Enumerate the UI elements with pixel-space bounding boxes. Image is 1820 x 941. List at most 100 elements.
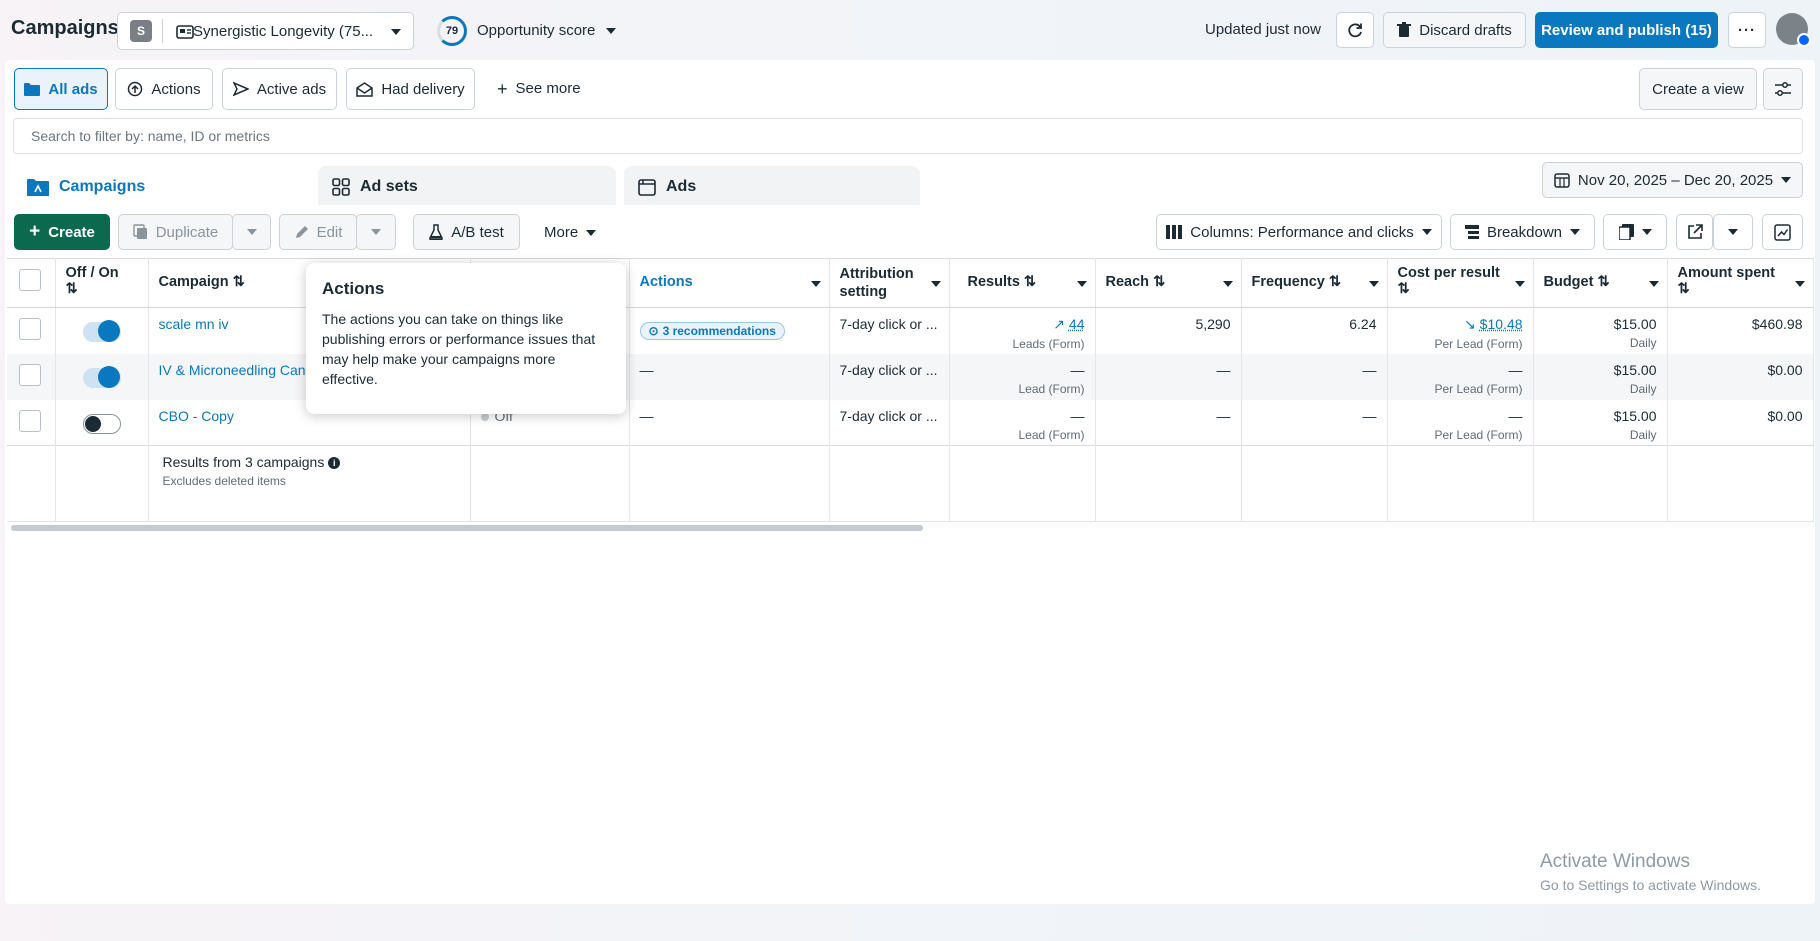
results-subtext: Lead (Form) xyxy=(1018,381,1085,396)
attribution-header[interactable]: Attribution setting xyxy=(829,258,950,308)
cost-value[interactable]: ↘ $10.48 xyxy=(1398,316,1522,333)
chevron-down-icon[interactable] xyxy=(1076,281,1087,287)
envelope-icon xyxy=(356,81,374,97)
amount-header[interactable]: Amount spent ⇅ xyxy=(1667,258,1814,308)
export-dropdown[interactable] xyxy=(1713,214,1753,250)
frequency-header[interactable]: Frequency ⇅ xyxy=(1241,258,1388,308)
results-value[interactable]: ↗ 44 xyxy=(960,316,1084,333)
date-range-picker[interactable]: Nov 20, 2025 – Dec 20, 2025 xyxy=(1542,162,1803,198)
row-checkbox[interactable] xyxy=(19,318,41,340)
chevron-down-icon[interactable] xyxy=(1794,281,1805,287)
folder-icon xyxy=(24,83,41,96)
charts-button[interactable] xyxy=(1762,214,1803,250)
export-icon xyxy=(1687,224,1703,239)
info-icon[interactable]: i xyxy=(328,457,341,470)
budget-value[interactable]: $15.00 xyxy=(1544,362,1657,378)
table-row[interactable]: CBO - Copy Off — 7-day click or ... — Lea… xyxy=(7,399,1814,446)
summary-empty-cell xyxy=(7,445,56,522)
sort-icon: ⇅ xyxy=(1397,281,1410,297)
row-checkbox[interactable] xyxy=(19,409,41,432)
tab-ads[interactable]: Ads xyxy=(624,166,920,208)
campaign-toggle[interactable] xyxy=(82,365,121,388)
summary-empty-cell xyxy=(470,445,630,522)
budget-header[interactable]: Budget ⇅ xyxy=(1533,258,1668,308)
campaign-toggle[interactable] xyxy=(82,320,121,342)
tab-ad-sets[interactable]: Ad sets xyxy=(318,166,616,208)
row-select-cell xyxy=(7,307,56,354)
results-header[interactable]: Results ⇅ xyxy=(949,258,1096,308)
sort-icon: ⇅ xyxy=(1677,281,1690,297)
cost-value: — xyxy=(1508,407,1523,424)
summary-empty-cell xyxy=(1241,445,1388,522)
duplicate-button[interactable]: Duplicate xyxy=(118,214,233,250)
chevron-down-icon[interactable] xyxy=(1222,281,1233,287)
ad-window-icon xyxy=(638,178,656,196)
active-ads-filter[interactable]: Active ads xyxy=(222,68,337,110)
budget-value[interactable]: $15.00 xyxy=(1544,408,1657,424)
create-view-button[interactable]: Create a view xyxy=(1639,68,1757,110)
reach-header[interactable]: Reach ⇅ xyxy=(1095,258,1242,308)
off-on-header[interactable]: Off / On ⇅ xyxy=(55,258,149,308)
cost-header[interactable]: Cost per result ⇅ xyxy=(1387,258,1534,308)
view-settings-button[interactable] xyxy=(1763,68,1803,110)
budget-subtext: Daily xyxy=(1629,427,1657,442)
select-all-cell xyxy=(7,258,56,308)
more-options-button[interactable]: ··· xyxy=(1728,12,1766,48)
tab-campaigns[interactable]: Campaigns xyxy=(13,166,311,208)
columns-button[interactable]: Columns: Performance and clicks xyxy=(1156,214,1442,250)
breakdown-button[interactable]: Breakdown xyxy=(1450,214,1595,250)
review-publish-button[interactable]: Review and publish (15) xyxy=(1535,12,1718,48)
results-cell: ↗ 44 Leads (Form) xyxy=(949,307,1096,354)
duplicate-icon xyxy=(133,224,147,239)
select-all-checkbox[interactable] xyxy=(19,269,41,291)
summary-empty-cell xyxy=(1533,445,1668,522)
cost-subtext: Per Lead (Form) xyxy=(1434,337,1523,351)
opportunity-score-label[interactable]: Opportunity score xyxy=(477,22,595,39)
create-label: Create xyxy=(48,223,95,241)
opportunity-score-gauge[interactable]: 79 xyxy=(437,16,467,46)
columns-icon xyxy=(1166,225,1183,239)
more-button[interactable]: More xyxy=(544,224,597,241)
horizontal-scrollbar[interactable] xyxy=(11,525,923,531)
account-selector[interactable]: S Synergistic Longevity (75... xyxy=(117,12,414,50)
ab-test-button[interactable]: A/B test xyxy=(413,214,520,250)
chart-trend-icon xyxy=(1774,223,1791,241)
chevron-down-icon[interactable] xyxy=(1368,281,1379,287)
chevron-down-icon[interactable] xyxy=(1514,281,1525,287)
edit-button[interactable]: Edit xyxy=(279,214,357,250)
pencil-icon xyxy=(295,225,308,238)
summary-subtext: Excludes deleted items xyxy=(162,474,286,488)
campaign-toggle[interactable] xyxy=(82,413,121,434)
refresh-button[interactable] xyxy=(1336,12,1374,48)
discard-drafts-button[interactable]: Discard drafts xyxy=(1383,12,1526,48)
edit-dropdown[interactable] xyxy=(356,214,396,250)
export-button[interactable] xyxy=(1676,214,1713,250)
actions-filter[interactable]: Actions xyxy=(115,68,213,110)
row-checkbox[interactable] xyxy=(19,363,41,386)
chevron-down-icon[interactable] xyxy=(1648,281,1659,287)
recommendations-badge[interactable]: ⊙ 3 recommendations xyxy=(639,322,785,340)
chevron-down-icon xyxy=(371,229,381,235)
budget-value[interactable]: $15.00 xyxy=(1544,316,1657,332)
reach-cell: 5,290 xyxy=(1095,307,1242,354)
had-delivery-filter[interactable]: Had delivery xyxy=(346,68,475,110)
review-publish-label: Review and publish (15) xyxy=(1541,21,1712,39)
toggle-cell xyxy=(55,399,149,446)
see-more-filter[interactable]: + See more xyxy=(497,80,581,98)
cost-cell: — Per Lead (Form) xyxy=(1387,353,1534,400)
summary-empty-cell xyxy=(1387,445,1534,522)
create-button[interactable]: + Create xyxy=(14,214,110,250)
duplicate-dropdown[interactable] xyxy=(232,214,271,250)
chevron-down-icon[interactable] xyxy=(606,28,616,34)
all-ads-filter[interactable]: All ads xyxy=(14,68,108,110)
actions-header[interactable]: Actions xyxy=(629,258,830,308)
tab-campaigns-label: Campaigns xyxy=(59,178,146,195)
active-ads-label: Active ads xyxy=(256,80,327,98)
chevron-down-icon[interactable] xyxy=(810,281,821,287)
avatar[interactable] xyxy=(1776,13,1811,47)
table-row[interactable]: IV & Microneedling Can — 7-day click or … xyxy=(7,353,1814,400)
table-row[interactable]: scale mn iv ⊙ 3 recommendations 7-day cli… xyxy=(7,307,1814,354)
reports-button[interactable] xyxy=(1603,214,1667,250)
chevron-down-icon[interactable] xyxy=(930,281,941,287)
search-input[interactable]: Search to filter by: name, ID or metrics xyxy=(13,118,1803,154)
